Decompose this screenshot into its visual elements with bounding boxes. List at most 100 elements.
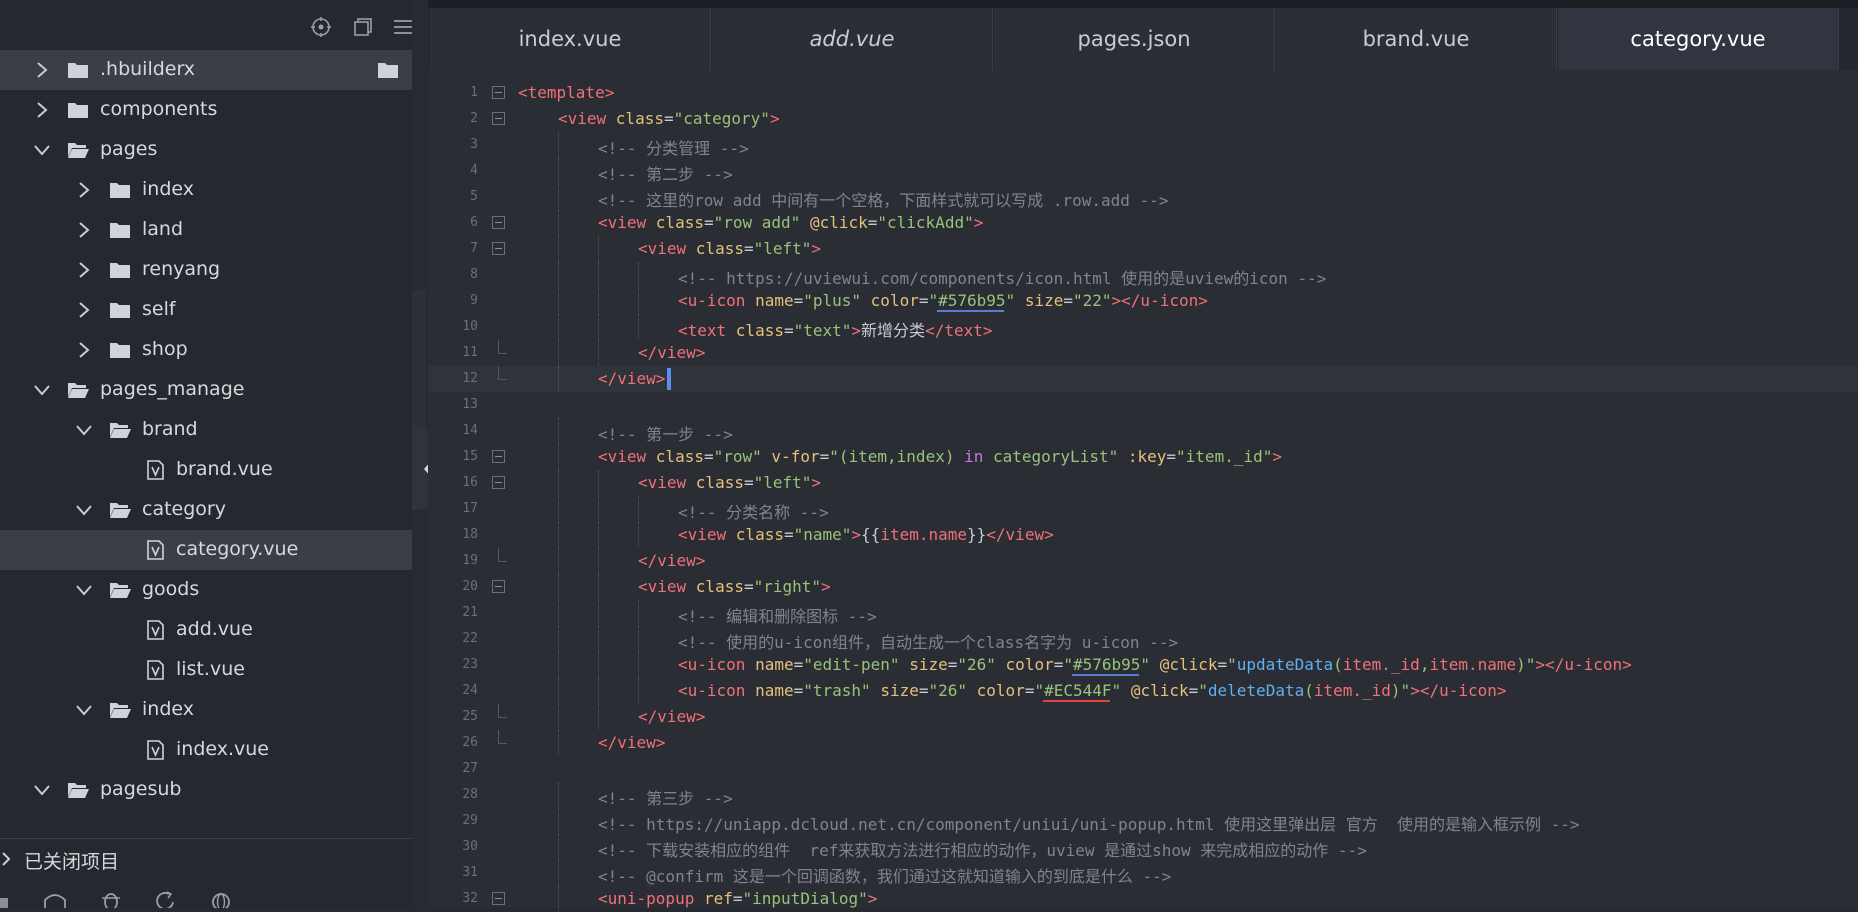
code-text: </view> bbox=[638, 343, 705, 362]
tree-file[interactable]: brand.vue bbox=[0, 450, 412, 490]
line-number: 25 bbox=[462, 709, 478, 724]
code-token: <view bbox=[638, 577, 696, 596]
chevron-right-icon[interactable] bbox=[74, 300, 94, 320]
code-area[interactable]: 1 <template> 2 <view class="category"> 3 <!--… bbox=[428, 80, 1858, 912]
indent-guide bbox=[558, 522, 559, 548]
tree-folder[interactable]: shop bbox=[0, 330, 412, 370]
chevron-right-icon[interactable] bbox=[74, 180, 94, 200]
code-token: = bbox=[947, 655, 958, 674]
tree-folder[interactable]: category bbox=[0, 490, 412, 530]
tab-index-vue[interactable]: index.vue bbox=[430, 8, 711, 70]
tree-folder[interactable]: pages bbox=[0, 130, 412, 170]
tree-item-label: pages_manage bbox=[100, 378, 245, 400]
line-number: 6 bbox=[470, 215, 478, 230]
code-token: = bbox=[1063, 291, 1073, 310]
tabbar-top-strip bbox=[428, 0, 1858, 8]
tab-category-vue[interactable]: category.vue bbox=[1558, 8, 1839, 70]
folder-icon bbox=[110, 223, 130, 238]
code-text: <template> bbox=[518, 83, 614, 102]
code-token: color bbox=[870, 291, 919, 310]
code-token: <view bbox=[598, 447, 656, 466]
code-token: <view bbox=[598, 213, 656, 232]
code-token: "row" bbox=[713, 447, 762, 466]
folder-open-icon bbox=[110, 423, 131, 438]
folder-icon bbox=[110, 343, 130, 358]
code-text: <u-icon name="trash" size="26" color="#E… bbox=[678, 681, 1507, 700]
target-icon[interactable] bbox=[310, 16, 332, 38]
line-number: 14 bbox=[462, 423, 478, 438]
tree-file[interactable]: index.vue bbox=[0, 730, 412, 770]
line-number: 7 bbox=[470, 241, 478, 256]
code-text: <view class="row" v-for="(item,index) in… bbox=[598, 447, 1282, 466]
chevron-down-icon[interactable] bbox=[74, 700, 94, 720]
tree-folder[interactable]: pages_manage bbox=[0, 370, 412, 410]
tab-brand-vue[interactable]: brand.vue bbox=[1276, 8, 1557, 70]
tree-item-label: goods bbox=[142, 578, 200, 600]
indent-guide bbox=[638, 262, 639, 288]
chevron-down-icon[interactable] bbox=[32, 140, 52, 160]
line-number: 21 bbox=[462, 605, 478, 620]
line-number: 4 bbox=[470, 163, 478, 178]
tree-item-label: shop bbox=[142, 338, 188, 360]
bug-icon[interactable] bbox=[100, 890, 122, 908]
chevron-down-icon[interactable] bbox=[74, 420, 94, 440]
chevron-down-icon[interactable] bbox=[32, 380, 52, 400]
folder-open-icon bbox=[110, 503, 131, 518]
git-icon[interactable] bbox=[42, 892, 68, 908]
tab-add-vue[interactable]: add.vue bbox=[712, 8, 993, 70]
code-token: = bbox=[703, 213, 714, 232]
tree-folder[interactable]: pagesub bbox=[0, 770, 412, 810]
globe-icon[interactable] bbox=[210, 890, 232, 908]
tree-folder[interactable]: .hbuilderx bbox=[0, 50, 412, 90]
line-number: 29 bbox=[462, 813, 478, 828]
fold-toggle-icon[interactable] bbox=[492, 450, 505, 463]
code-line: 18 <view class="name">{{item.name}}</view… bbox=[428, 522, 1858, 548]
closed-projects[interactable]: 已关闭项目 bbox=[0, 838, 412, 879]
code-token: <view bbox=[638, 473, 696, 492]
folder-icon[interactable] bbox=[376, 60, 400, 80]
tree-folder[interactable]: goods bbox=[0, 570, 412, 610]
code-token: </view> bbox=[598, 733, 666, 752]
copy-icon[interactable] bbox=[352, 16, 374, 38]
indent-guide bbox=[598, 262, 599, 288]
tree-folder[interactable]: renyang bbox=[0, 250, 412, 290]
refresh-icon[interactable] bbox=[155, 890, 177, 908]
chevron-down-icon[interactable] bbox=[74, 580, 94, 600]
chevron-down-icon[interactable] bbox=[32, 780, 52, 800]
tree-file[interactable]: add.vue bbox=[0, 610, 412, 650]
tree-folder[interactable]: index bbox=[0, 170, 412, 210]
fold-toggle-icon[interactable] bbox=[492, 242, 505, 255]
code-token: size bbox=[909, 655, 948, 674]
tree-folder[interactable]: components bbox=[0, 90, 412, 130]
fold-toggle-icon[interactable] bbox=[492, 216, 505, 229]
chevron-right-icon[interactable] bbox=[74, 260, 94, 280]
code-token: "trash" bbox=[803, 681, 871, 700]
code-text: <u-icon name="edit-pen" size="26" color=… bbox=[678, 655, 1632, 674]
code-token: @click bbox=[1130, 681, 1189, 700]
chevron-right-icon[interactable] bbox=[32, 100, 52, 120]
tree-folder[interactable]: land bbox=[0, 210, 412, 250]
chevron-down-icon[interactable] bbox=[74, 500, 94, 520]
fold-toggle-icon[interactable] bbox=[492, 112, 505, 125]
menu-icon[interactable] bbox=[392, 16, 414, 38]
tree-folder[interactable]: brand bbox=[0, 410, 412, 450]
code-token: > bbox=[851, 525, 862, 544]
tree-file[interactable]: category.vue bbox=[0, 530, 412, 570]
chevron-right-icon[interactable] bbox=[32, 60, 52, 80]
chevron-right-icon[interactable] bbox=[74, 220, 94, 240]
indent-guide bbox=[598, 600, 599, 626]
fold-toggle-icon[interactable] bbox=[492, 476, 505, 489]
tree-item-label: index.vue bbox=[176, 738, 269, 760]
line-number: 16 bbox=[462, 475, 478, 490]
indent-guide bbox=[598, 652, 599, 678]
tree-file[interactable]: list.vue bbox=[0, 650, 412, 690]
fold-toggle-icon[interactable] bbox=[492, 86, 505, 99]
fold-toggle-icon[interactable] bbox=[492, 892, 505, 905]
fold-toggle-icon[interactable] bbox=[492, 580, 505, 593]
chevron-right-icon[interactable] bbox=[74, 340, 94, 360]
tree-folder[interactable]: index bbox=[0, 690, 412, 730]
indent-guide bbox=[598, 496, 599, 522]
tree-folder[interactable]: self bbox=[0, 290, 412, 330]
tab-pages-json[interactable]: pages.json bbox=[994, 8, 1275, 70]
code-token: <view bbox=[678, 525, 736, 544]
